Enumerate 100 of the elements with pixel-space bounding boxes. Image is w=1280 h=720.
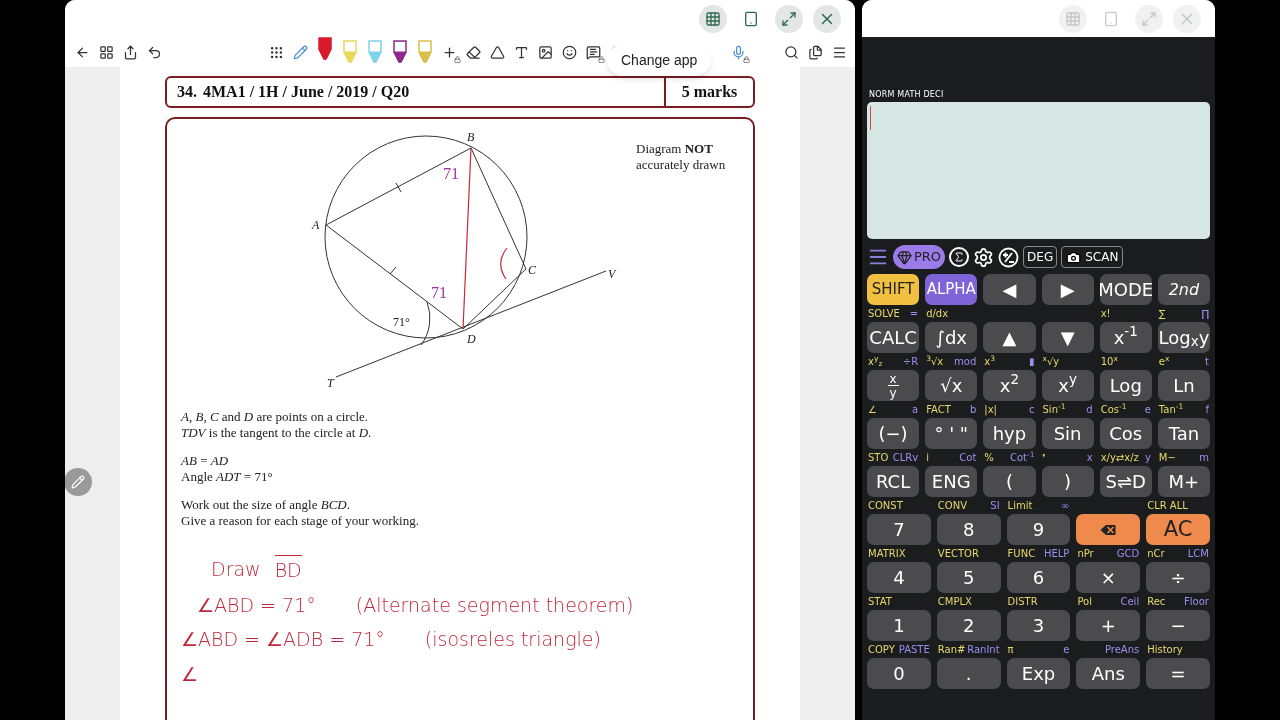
calculator-key[interactable]: ÷ — [1146, 562, 1210, 593]
alpha-label: RanInt — [967, 644, 1000, 655]
grid-icon[interactable] — [99, 44, 114, 60]
pen-tool-icon[interactable] — [391, 40, 408, 64]
shift-label: Limit — [1007, 500, 1033, 511]
triangle-icon[interactable] — [489, 44, 505, 60]
plus-minus-icon[interactable] — [998, 246, 1020, 268]
calculator-key[interactable]: ▼ — [1041, 322, 1094, 353]
calculator-key[interactable]: ALPHA — [925, 274, 978, 305]
calculator-key[interactable]: SHIFT — [867, 274, 920, 305]
settings-icon[interactable] — [973, 246, 995, 268]
alpha-label: PASTE — [898, 644, 930, 655]
share-icon[interactable] — [123, 44, 138, 60]
alpha-label: y — [1144, 452, 1151, 463]
calculator-key[interactable]: (−) — [867, 418, 920, 449]
dots-grid-icon[interactable] — [268, 44, 284, 60]
calculator-key[interactable]: RCL — [867, 466, 920, 497]
calculator-key[interactable]: × — [1076, 562, 1141, 593]
shift-label: e$^{x}$ — [1158, 356, 1170, 367]
sticker-icon[interactable] — [561, 44, 577, 60]
calculator-key[interactable]: 5 — [936, 562, 1001, 593]
calculator-key[interactable]: √x — [925, 370, 978, 401]
plus-icon[interactable] — [441, 44, 457, 60]
calculator-key[interactable]: ) — [1041, 466, 1094, 497]
pen-tool-icon[interactable] — [316, 37, 333, 61]
close-button[interactable] — [813, 4, 841, 33]
calculator-key[interactable]: ▶ — [1041, 274, 1094, 305]
alpha-label: Floor — [1184, 596, 1209, 607]
calculator-key[interactable]: ° ' " — [925, 418, 978, 449]
calculator-key[interactable]: Log — [1099, 370, 1152, 401]
calculator-key[interactable]: M+ — [1157, 466, 1210, 497]
calculator-key[interactable]: Sin — [1041, 418, 1094, 449]
comment-icon[interactable] — [585, 44, 601, 60]
pro-badge[interactable]: PRO — [893, 245, 946, 269]
shift-label: Cos$^{-1}$ — [1100, 404, 1127, 415]
shift-label: STO — [868, 452, 889, 463]
calculator-key[interactable]: ◀ — [983, 274, 1036, 305]
scan-button[interactable]: SCAN — [1061, 246, 1124, 268]
calculator-key[interactable]: 2nd — [1157, 274, 1210, 305]
back-icon[interactable] — [75, 44, 90, 60]
calculator-key[interactable]: Tan — [1157, 418, 1210, 449]
apps-button[interactable] — [699, 4, 727, 33]
calculator-key[interactable]: = — [1146, 658, 1210, 689]
text-icon[interactable] — [513, 44, 529, 60]
calculator-key[interactable]: x$^{-1}$ — [1099, 322, 1152, 353]
shift-label: SOLVE — [868, 308, 900, 319]
sigma-icon[interactable] — [949, 247, 970, 267]
calculator-key[interactable]: 2 — [936, 610, 1001, 641]
shift-label: |x| — [984, 404, 997, 415]
shift-label: π — [1007, 644, 1014, 655]
calculator-key[interactable]: 9 — [1006, 514, 1071, 545]
calculator-key[interactable]: − — [1146, 610, 1210, 641]
pencil-icon[interactable] — [292, 44, 308, 60]
shift-label: ∑ — [1158, 308, 1166, 319]
calculator-key[interactable]: S⇌D — [1099, 466, 1152, 497]
calculator-key[interactable]: x$^{2}$ — [983, 370, 1036, 401]
expand-button[interactable] — [775, 4, 803, 33]
calculator-key[interactable]: ( — [983, 466, 1036, 497]
handwritten-step: ∠ABD = ∠ADB = 71° — [181, 625, 385, 654]
shift-label: CMPLX — [937, 596, 972, 607]
pages-icon[interactable] — [808, 44, 823, 60]
backspace-key[interactable] — [1076, 514, 1141, 545]
alpha-label: e — [1063, 644, 1070, 655]
calculator-key[interactable]: Ans — [1076, 658, 1141, 689]
calculator-key[interactable]: . — [936, 658, 1001, 689]
calculator-key[interactable]: 1 — [867, 610, 931, 641]
eraser-icon[interactable] — [465, 44, 481, 60]
microphone-icon[interactable] — [731, 44, 746, 60]
alpha-label: a — [912, 404, 919, 415]
calculator-key[interactable]: ∫dx — [925, 322, 978, 353]
tablet-icon — [743, 10, 759, 27]
search-icon[interactable] — [784, 44, 799, 60]
alpha-label: d — [1086, 404, 1093, 415]
calculator-key[interactable]: 4 — [867, 562, 931, 593]
undo-icon[interactable] — [147, 44, 162, 60]
calculator-key[interactable]: AC — [1146, 514, 1210, 545]
calculator-key[interactable]: ENG — [925, 466, 978, 497]
calculator-key[interactable]: 7 — [867, 514, 931, 545]
fraction-key[interactable]: x y — [867, 370, 920, 401]
calculator-key[interactable]: Log$_{x}$y — [1157, 322, 1210, 353]
calculator-key[interactable]: hyp — [983, 418, 1036, 449]
menu-icon[interactable] — [832, 44, 847, 60]
calculator-key[interactable]: x$^{y}$ — [1041, 370, 1094, 401]
image-icon[interactable] — [537, 44, 553, 60]
calculator-key[interactable]: ▲ — [983, 322, 1036, 353]
calculator-key[interactable]: Exp — [1006, 658, 1071, 689]
calculator-key[interactable]: MODE — [1099, 274, 1152, 305]
angle-mode-button[interactable]: DEG — [1023, 246, 1058, 268]
calculator-key[interactable]: Ln — [1157, 370, 1210, 401]
calculator-key[interactable]: CALC — [867, 322, 920, 353]
question-text: TDV is the tangent to the circle at D. — [181, 425, 373, 441]
shift-label: $^{3}$√x — [926, 356, 944, 367]
point-label: A — [312, 218, 320, 232]
calculator-key[interactable]: 6 — [1006, 562, 1071, 593]
calculator-key[interactable]: 8 — [936, 514, 1001, 545]
calculator-key[interactable]: 3 — [1006, 610, 1071, 641]
calculator-key[interactable]: 0 — [867, 658, 931, 689]
calculator-key[interactable]: + — [1076, 610, 1141, 641]
calculator-key[interactable]: Cos — [1099, 418, 1152, 449]
shift-label: COPY — [868, 644, 895, 655]
